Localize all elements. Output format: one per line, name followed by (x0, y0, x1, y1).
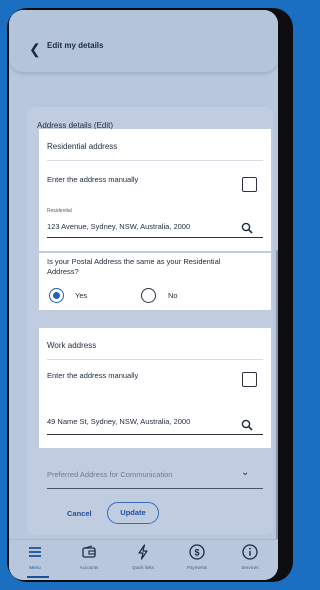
chevron-down-icon[interactable]: ⌄ (241, 467, 249, 478)
residential-field-label: Residential (47, 208, 72, 214)
page-title: Edit my details (47, 41, 104, 50)
postal-yes-label: Yes (75, 291, 88, 300)
preferred-address-select[interactable]: Preferred Address for Communication (47, 470, 172, 479)
residential-address-title: Residential address (47, 142, 118, 151)
app-screen: ❮ Edit my details Address details (Edit)… (9, 10, 278, 580)
postal-question: Is your Postal Address the same as your … (47, 257, 221, 276)
bottom-navigation: Menu Accounts Quick links $ Payments Ser… (9, 539, 278, 580)
work-manual-checkbox[interactable] (242, 372, 257, 387)
nav-label: Accounts (79, 565, 99, 570)
dollar-circle-icon: $ (189, 544, 205, 560)
work-address-input[interactable]: 49 Name St, Sydney, NSW, Australia, 2000 (47, 417, 190, 426)
nav-menu[interactable]: Menu (10, 543, 60, 570)
scrollbar[interactable] (276, 250, 278, 540)
residential-manual-checkbox[interactable] (242, 177, 257, 192)
nav-services[interactable]: Services (225, 543, 275, 570)
info-circle-icon (242, 544, 258, 560)
work-address-title: Work address (47, 341, 97, 350)
search-icon[interactable] (241, 222, 253, 234)
postal-no-label: No (168, 291, 178, 300)
work-manual-label: Enter the address manually (47, 371, 139, 380)
residential-input-underline (47, 237, 263, 238)
work-input-underline (47, 434, 263, 435)
chevron-left-icon[interactable]: ❮ (29, 42, 41, 56)
menu-icon (29, 547, 41, 557)
nav-label: Services (241, 565, 259, 570)
nav-label: Payments (186, 565, 207, 570)
active-tab-indicator (27, 576, 49, 578)
divider (47, 359, 263, 360)
nav-accounts[interactable]: Accounts (64, 543, 114, 570)
search-icon[interactable] (241, 419, 253, 431)
preferred-select-underline (47, 488, 263, 489)
nav-label: Quick links (132, 565, 154, 570)
top-bar: ❮ Edit my details (9, 10, 278, 72)
cancel-button[interactable]: Cancel (67, 509, 92, 518)
nav-label: Menu (29, 565, 41, 570)
wallet-icon (82, 545, 96, 558)
nav-quick-links[interactable]: Quick links (118, 543, 168, 570)
nav-payments[interactable]: $ Payments (172, 543, 222, 570)
residential-manual-label: Enter the address manually (47, 175, 139, 184)
postal-no-radio[interactable] (141, 288, 156, 303)
update-button[interactable]: Update (107, 502, 159, 524)
residential-address-input[interactable]: 123 Avenue, Sydney, NSW, Australia, 2000 (47, 222, 190, 231)
divider (47, 160, 263, 161)
postal-yes-radio[interactable] (49, 288, 64, 303)
lightning-icon (138, 544, 148, 560)
svg-text:$: $ (194, 547, 199, 557)
